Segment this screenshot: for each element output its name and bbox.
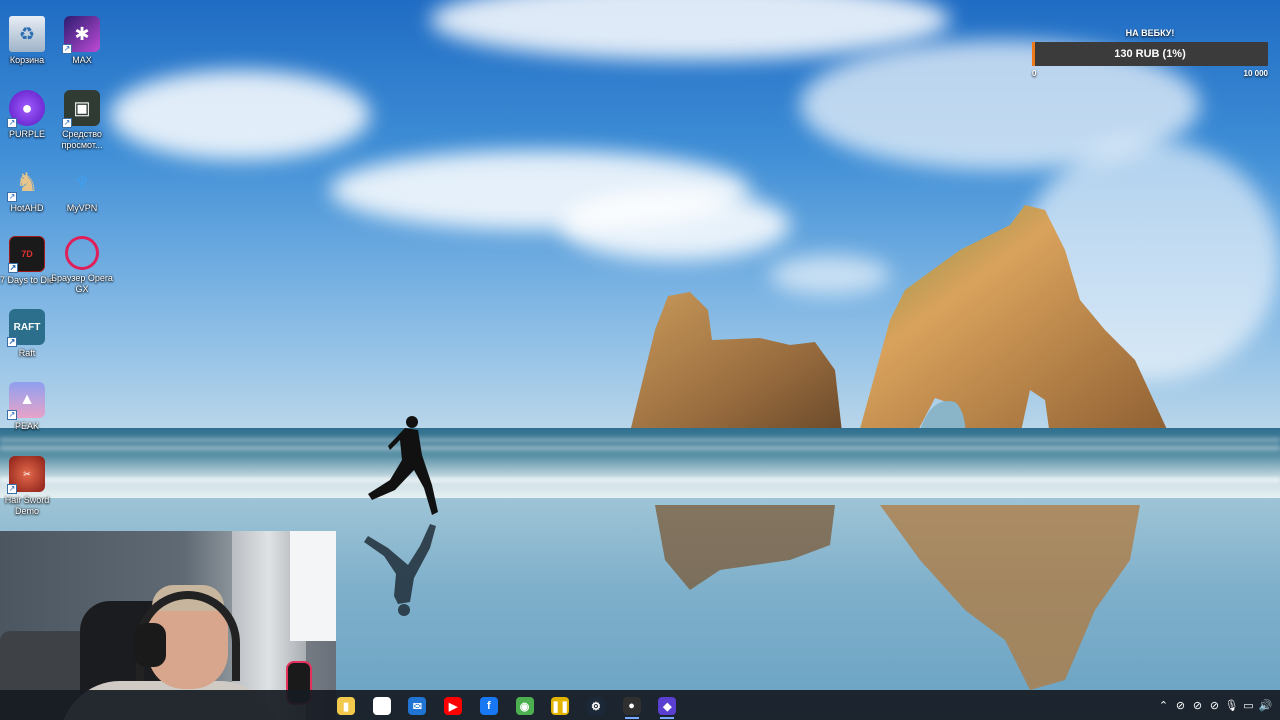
volume-icon[interactable]: 🔊 — [1257, 690, 1274, 720]
purple-app-icon: ● ↗ — [7, 90, 45, 128]
desktop-icon-label: PEAK — [14, 421, 39, 431]
desktop-icon-opera-gx[interactable]: Браузер Opera GX — [49, 236, 115, 295]
display-icon[interactable]: ▭ — [1240, 690, 1257, 720]
wifi-off-icon[interactable]: ⊘ — [1189, 690, 1206, 720]
desktop-icon-label: Браузер Opera GX — [51, 273, 113, 294]
desktop-icon-photo-viewer[interactable]: ▣ ↗ Средство просмот... — [49, 90, 115, 151]
myvpn-icon: ♆ — [72, 166, 92, 197]
youtube-taskbar-button[interactable]: ▶ — [436, 693, 470, 719]
mail-icon: ✉ — [408, 697, 427, 715]
desktop-icon-raft[interactable]: RAFT ↗ Raft — [0, 309, 60, 359]
window — [290, 531, 336, 641]
donation-goal-widget: НА ВЕБКУ! 130 RUB (1%) 0 10 000 — [1032, 28, 1268, 78]
microsoft-store-icon: ▦ — [372, 697, 391, 715]
steam-taskbar-button[interactable]: ⚙ — [579, 693, 613, 719]
donation-scale: 0 10 000 — [1032, 69, 1268, 78]
facebook-icon: f — [479, 697, 498, 715]
7days-icon: 7D ↗ — [8, 236, 45, 273]
yellow-app-icon: ❚❚ — [551, 697, 569, 715]
file-explorer-icon: ▮ — [337, 697, 355, 715]
desktop-icon-myvpn[interactable]: ♆ MyVPN — [49, 164, 115, 214]
microphone-icon[interactable]: 🎙 — [1223, 690, 1240, 720]
max-taskbar-taskbar-button[interactable]: ◆ — [650, 693, 684, 719]
desktop-icon-label: MAX — [72, 55, 92, 65]
runner — [368, 416, 438, 515]
file-explorer-taskbar-button[interactable]: ▮ — [329, 693, 363, 719]
donation-min-label: 0 — [1032, 69, 1037, 78]
opera-gx-icon — [65, 236, 99, 270]
network-off-icon[interactable]: ⊘ — [1172, 690, 1189, 720]
chrome-taskbar-button[interactable]: ◉ — [508, 693, 542, 719]
desktop-icon-label: Hair Sword Demo — [4, 495, 50, 516]
donation-amount: 130 RUB (1%) — [1114, 48, 1186, 60]
microsoft-store-taskbar-button[interactable]: ▦ — [365, 693, 399, 719]
system-tray: ⌃ ⊘ ⊘ ⊘ 🎙 ▭ 🔊 — [1155, 690, 1274, 720]
steam-icon: ⚙ — [586, 697, 605, 715]
hair-sword-icon: ✂ ↗ — [7, 456, 45, 494]
photo-viewer-icon: ▣ ↗ — [62, 90, 100, 128]
battery-off-icon[interactable]: ⊘ — [1206, 690, 1223, 720]
obs-taskbar-button[interactable]: ● — [615, 693, 649, 719]
desktop-icon-label: Raft — [18, 348, 36, 358]
donation-max-label: 10 000 — [1243, 69, 1268, 78]
obs-icon: ● — [622, 697, 641, 715]
donation-progress-bar: 130 RUB (1%) — [1032, 42, 1268, 66]
headset-earcup — [134, 623, 166, 667]
desktop-icon-hair-sword-demo[interactable]: ✂ ↗ Hair Sword Demo — [0, 456, 60, 517]
hota-icon: ♞ ↗ — [7, 166, 39, 202]
yellow-app-taskbar-button[interactable]: ❚❚ — [543, 693, 577, 719]
recycle-bin-icon: ♻ — [9, 16, 45, 52]
desktop-icon-peak[interactable]: ▲ ↗ PEAK — [0, 382, 60, 432]
taskbar: ▮ ▦ ✉ ▶ f ◉ ❚❚ ⚙ ● ◆ ⌃ ⊘ ⊘ ⊘ 🎙 ▭ 🔊 — [0, 690, 1280, 720]
max-taskbar-icon: ◆ — [658, 697, 677, 715]
youtube-icon: ▶ — [444, 697, 463, 715]
raft-icon: RAFT ↗ — [7, 309, 45, 347]
peak-icon: ▲ ↗ — [7, 382, 45, 420]
max-app-icon: ✱ ↗ — [62, 16, 100, 54]
donation-goal-title: НА ВЕБКУ! — [1125, 28, 1175, 38]
mail-taskbar-button[interactable]: ✉ — [400, 693, 434, 719]
facebook-taskbar-button[interactable]: f — [472, 693, 506, 719]
desktop-icon-label: Средство просмот... — [61, 129, 103, 150]
desktop-icon-label: MyVPN — [66, 203, 98, 213]
show-hidden-icons-icon[interactable]: ⌃ — [1155, 690, 1172, 720]
desktop-icon-max[interactable]: ✱ ↗ MAX — [49, 16, 115, 66]
chrome-icon: ◉ — [515, 697, 534, 715]
